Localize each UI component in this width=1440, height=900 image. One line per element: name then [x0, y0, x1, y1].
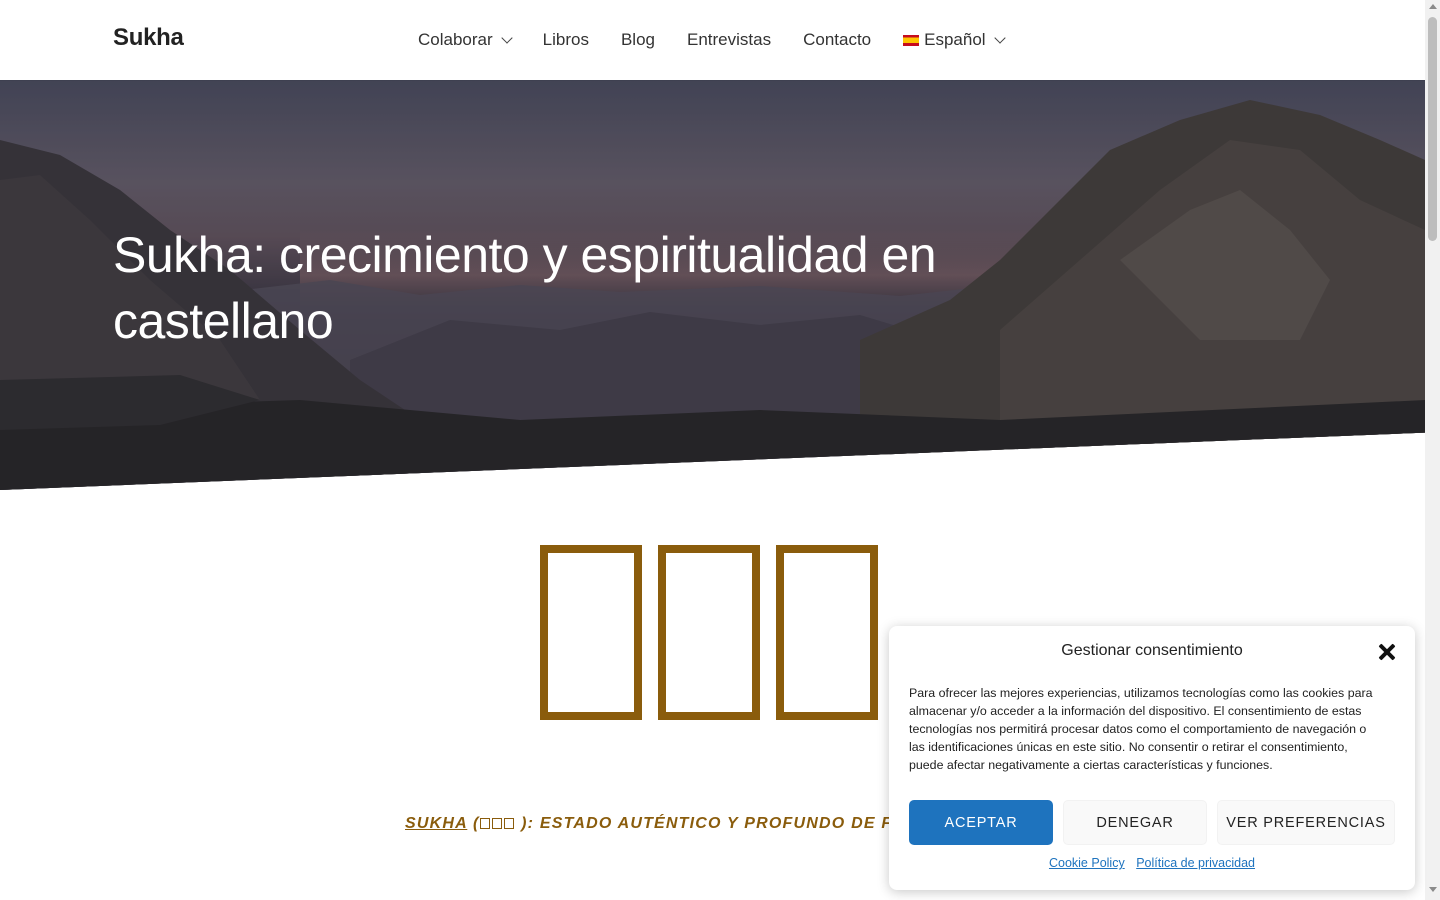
nav-item-colaborar-label: Colaborar	[418, 30, 493, 49]
missing-glyph-box	[658, 545, 760, 720]
tagline-text: ): ESTADO AUTÉNTICO Y PROFUNDO DE FELI	[515, 815, 921, 832]
preferences-button[interactable]: VER PREFERENCIAS	[1217, 800, 1395, 845]
missing-glyph-box	[540, 545, 642, 720]
nav-item-blog[interactable]: Blog	[621, 30, 655, 50]
scroll-down-icon[interactable]	[1429, 887, 1437, 892]
missing-glyph-box	[504, 818, 515, 829]
close-icon[interactable]	[1376, 641, 1398, 663]
tagline: SUKHA ( ): ESTADO AUTÉNTICO Y PROFUNDO D…	[405, 815, 921, 833]
scroll-up-icon[interactable]	[1429, 4, 1437, 9]
chevron-down-icon	[993, 32, 1006, 44]
language-label: Español	[924, 30, 986, 49]
cookie-consent-dialog: Gestionar consentimiento Para ofrecer la…	[889, 626, 1415, 890]
spain-flag-icon	[903, 34, 920, 46]
page-title: Sukha: crecimiento y espiritualidad en c…	[113, 227, 937, 349]
accept-button[interactable]: ACEPTAR	[909, 800, 1053, 845]
language-switcher[interactable]: Español	[903, 30, 1006, 50]
main-nav: Colaborar Libros Blog Entrevistas Contac…	[418, 0, 1036, 80]
nav-item-colaborar[interactable]: Colaborar	[418, 30, 513, 50]
cookie-description: Para ofrecer las mejores experiencias, u…	[909, 686, 1373, 772]
missing-glyph-box	[492, 818, 503, 829]
chevron-down-icon	[500, 32, 513, 44]
missing-glyph-box	[480, 818, 491, 829]
page-scrollbar[interactable]	[1425, 0, 1440, 900]
site-header: Sukha Colaborar Libros Blog Entrevistas …	[0, 0, 1425, 80]
deny-button[interactable]: DENEGAR	[1063, 800, 1207, 845]
nav-item-entrevistas[interactable]: Entrevistas	[687, 30, 771, 50]
nav-item-libros[interactable]: Libros	[543, 30, 589, 50]
cookie-policy-link[interactable]: Cookie Policy	[1049, 856, 1125, 870]
tagline-open: (	[467, 815, 480, 832]
nav-item-contacto[interactable]: Contacto	[803, 30, 871, 50]
hero-banner: Sukha: crecimiento y espiritualidad en c…	[0, 80, 1425, 490]
cookie-dialog-title: Gestionar consentimiento	[1061, 642, 1243, 659]
cookie-links: Cookie Policy Política de privacidad	[889, 856, 1415, 870]
site-logo[interactable]: Sukha	[113, 24, 184, 52]
sanskrit-title	[540, 545, 878, 720]
privacy-policy-link[interactable]: Política de privacidad	[1136, 856, 1255, 870]
scroll-thumb[interactable]	[1428, 17, 1437, 241]
sukha-link[interactable]: SUKHA	[405, 815, 467, 832]
missing-glyph-box	[776, 545, 878, 720]
